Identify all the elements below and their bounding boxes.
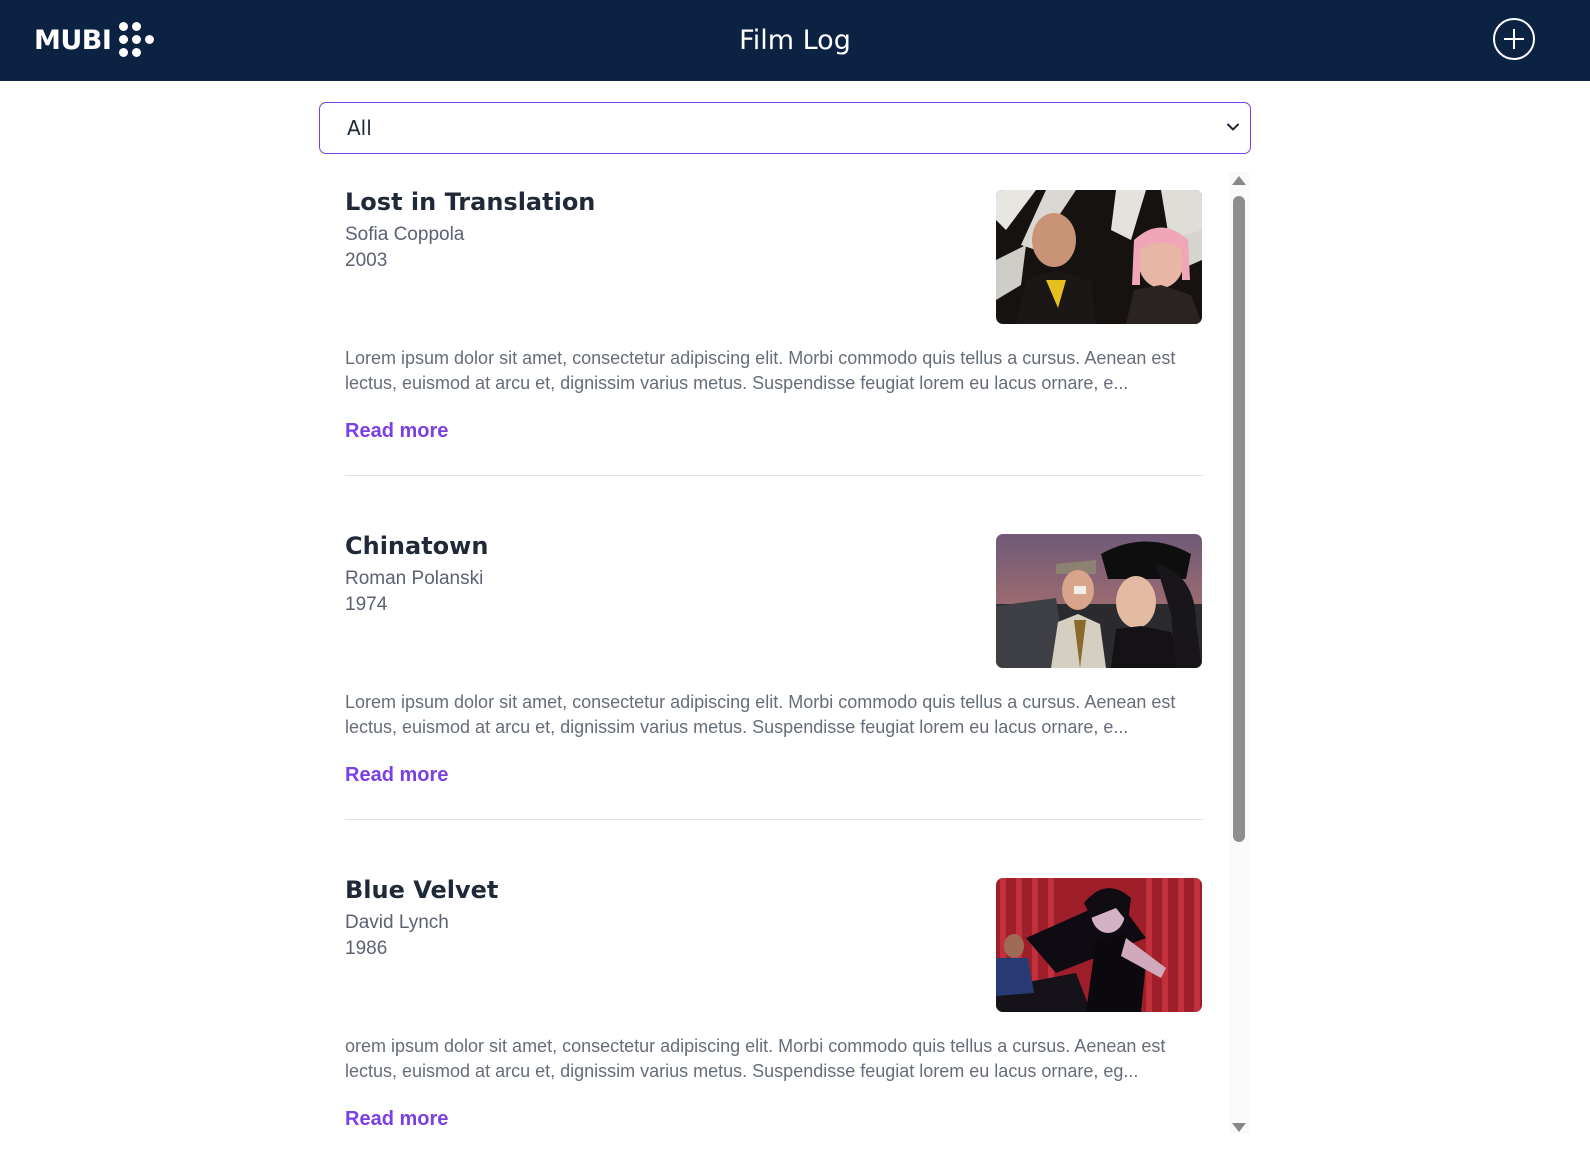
film-card: Lost in Translation Sofia Coppola 2003 L… <box>345 170 1203 476</box>
film-year: 1986 <box>345 938 388 959</box>
scroll-down-arrow-icon[interactable] <box>1232 1123 1246 1132</box>
film-director: David Lynch <box>345 912 449 933</box>
read-more-link[interactable]: Read more <box>345 1108 448 1131</box>
top-bar: Film Log MUBI <box>0 0 1590 81</box>
film-title: Chinatown <box>345 532 489 560</box>
category-filter-select[interactable]: All <box>319 102 1251 154</box>
scrollbar-thumb[interactable] <box>1233 196 1245 842</box>
film-title: Lost in Translation <box>345 188 596 216</box>
film-card: Chinatown Roman Polanski 1974 Lorem ipsu… <box>345 514 1203 820</box>
film-director: Roman Polanski <box>345 568 484 589</box>
film-director: Sofia Coppola <box>345 224 465 245</box>
film-year: 1974 <box>345 594 388 615</box>
mubi-logo[interactable]: MUBI <box>34 19 157 63</box>
card-divider <box>345 819 1203 820</box>
film-thumbnail[interactable] <box>996 878 1202 1012</box>
film-thumbnail[interactable] <box>996 534 1202 668</box>
film-description: orem ipsum dolor sit amet, consectetur a… <box>345 1036 1166 1081</box>
logo-dots-icon <box>119 22 157 60</box>
list-scrollbar[interactable] <box>1229 172 1249 1134</box>
page-title: Film Log <box>739 25 851 56</box>
film-description: Lorem ipsum dolor sit amet, consectetur … <box>345 348 1176 393</box>
logo-text: MUBI <box>34 25 112 56</box>
card-divider <box>345 475 1203 476</box>
chevron-down-icon <box>1227 123 1239 131</box>
add-film-button[interactable] <box>1493 18 1535 60</box>
film-card: Blue Velvet David Lynch 1986 orem ipsum … <box>345 858 1203 1163</box>
filter-selected-value: All <box>347 116 372 140</box>
film-description: Lorem ipsum dolor sit amet, consectetur … <box>345 692 1176 737</box>
read-more-link[interactable]: Read more <box>345 420 448 443</box>
film-thumbnail[interactable] <box>996 190 1202 324</box>
read-more-link[interactable]: Read more <box>345 764 448 787</box>
film-list: Lost in Translation Sofia Coppola 2003 L… <box>319 170 1251 1163</box>
scroll-up-arrow-icon[interactable] <box>1232 176 1246 185</box>
film-year: 2003 <box>345 250 388 271</box>
film-title: Blue Velvet <box>345 876 499 904</box>
